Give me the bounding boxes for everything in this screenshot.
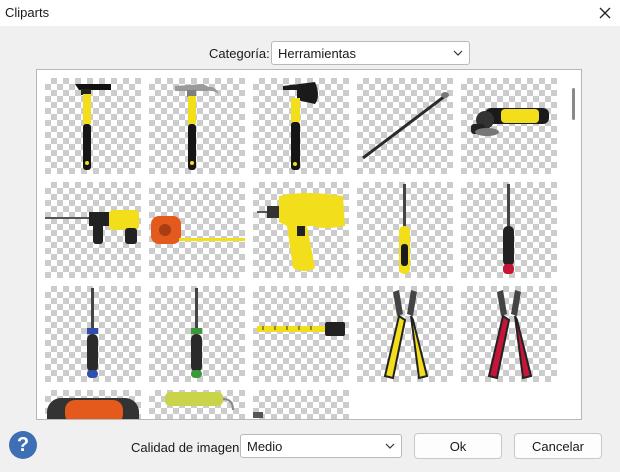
ok-button[interactable]: Ok: [414, 433, 502, 459]
clipart-orange-tool[interactable]: [45, 390, 141, 419]
red-pliers-icon: [487, 290, 533, 380]
close-button[interactable]: [590, 0, 620, 26]
clipart-folding-ruler[interactable]: [253, 286, 349, 382]
power-drill-icon: [257, 193, 345, 271]
help-icon: ?: [16, 433, 30, 456]
yellow-screwdriver-icon: [399, 184, 410, 274]
clipart-red-screwdriver[interactable]: [461, 182, 557, 278]
clipart-axe[interactable]: [253, 78, 349, 174]
category-value: Herramientas: [278, 45, 357, 61]
hammer-icon: [75, 84, 111, 170]
clipart-hammer[interactable]: [45, 78, 141, 174]
title-bar: Cliparts: [0, 0, 620, 26]
folding-ruler-icon: [257, 322, 345, 336]
clipart-power-drill[interactable]: [253, 182, 349, 278]
tape-measure-icon: [151, 216, 245, 244]
scrollbar-thumb[interactable]: [572, 88, 575, 120]
red-screwdriver-icon: [503, 184, 514, 274]
tool-partial-icon: [253, 412, 263, 418]
axe-icon: [283, 82, 318, 170]
paint-roller-icon: [165, 392, 234, 411]
claw-hammer-icon: [175, 84, 219, 170]
clipart-rotary-hammer[interactable]: [45, 182, 141, 278]
clipart-red-pliers[interactable]: [461, 286, 557, 382]
category-label: Categoría:: [209, 46, 270, 61]
clipart-angle-grinder[interactable]: [461, 78, 557, 174]
clipart-blue-screwdriver[interactable]: [45, 286, 141, 382]
chevron-down-icon: [385, 443, 395, 449]
rotary-hammer-icon: [45, 210, 139, 244]
angle-grinder-icon: [471, 108, 549, 136]
clipart-yellow-screwdriver[interactable]: [357, 182, 453, 278]
chevron-down-icon: [453, 50, 463, 56]
clipart-paint-roller[interactable]: [149, 390, 245, 419]
clipart-gallery[interactable]: [36, 69, 582, 420]
quality-select[interactable]: Medio: [240, 434, 402, 458]
clipart-nail[interactable]: [357, 78, 453, 174]
quality-label: Calidad de imagen:: [131, 440, 244, 455]
clipart-claw-hammer[interactable]: [149, 78, 245, 174]
clipart-tool-partial[interactable]: [253, 390, 349, 419]
clipart-yellow-pliers[interactable]: [357, 286, 453, 382]
green-screwdriver-icon: [191, 288, 202, 378]
quality-value: Medio: [247, 438, 283, 454]
clipart-tape-measure[interactable]: [149, 182, 245, 278]
orange-tool-icon: [47, 398, 139, 419]
cancel-button[interactable]: Cancelar: [514, 433, 602, 459]
help-button[interactable]: ?: [9, 431, 37, 459]
yellow-pliers-icon: [383, 290, 429, 380]
blue-screwdriver-icon: [87, 288, 98, 378]
clipart-green-screwdriver[interactable]: [149, 286, 245, 382]
nail-icon: [362, 92, 449, 160]
window-title: Cliparts: [5, 5, 50, 20]
close-icon: [599, 7, 611, 19]
category-select[interactable]: Herramientas: [271, 41, 470, 65]
gallery-scrollbar[interactable]: [567, 70, 581, 419]
